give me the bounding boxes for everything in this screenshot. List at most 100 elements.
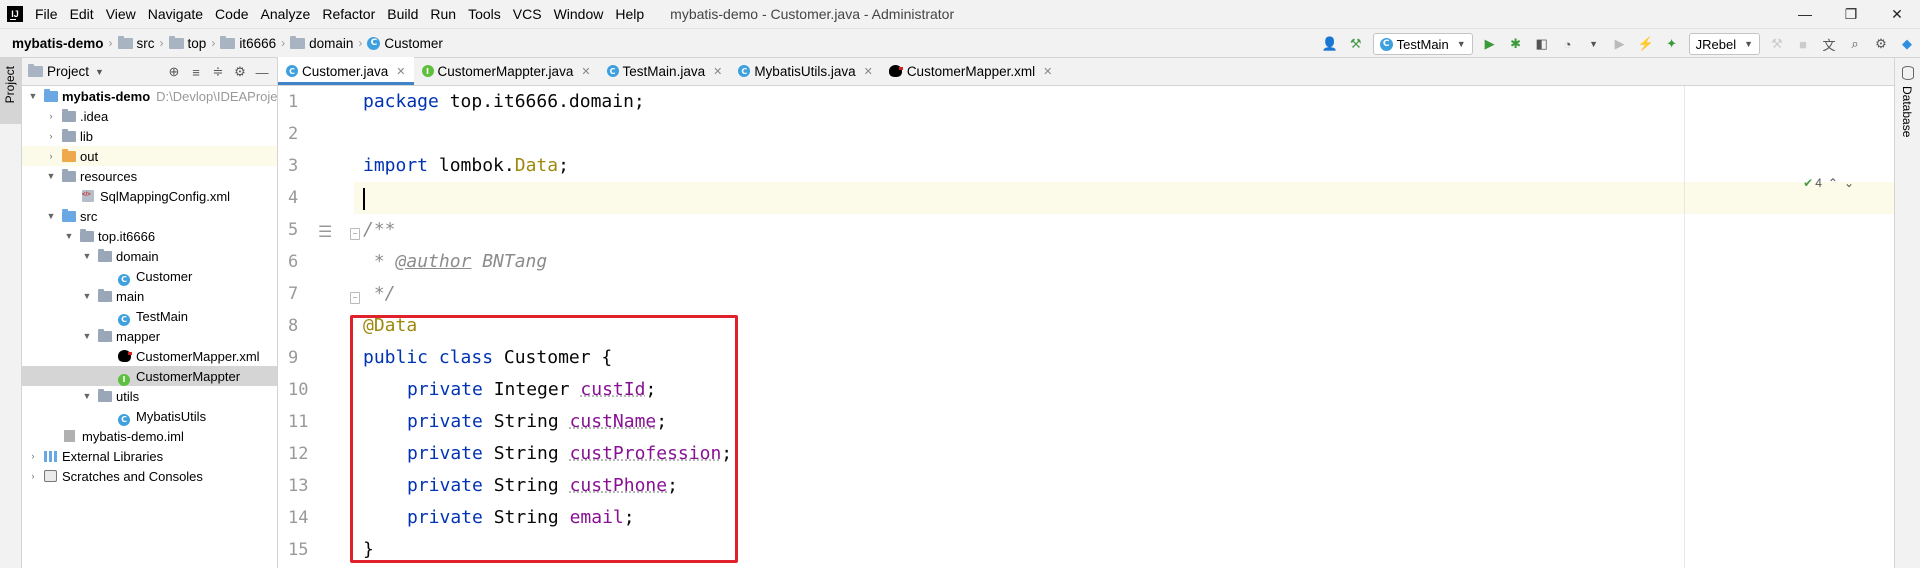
menu-tools[interactable]: Tools (462, 0, 507, 28)
menu-file[interactable]: File (29, 0, 64, 28)
user-icon[interactable]: 👤 (1319, 33, 1341, 55)
runnable-class-icon: C (118, 310, 130, 326)
fold-end-icon[interactable]: − (350, 292, 360, 304)
close-window-button[interactable]: ✕ (1874, 0, 1920, 28)
menu-navigate[interactable]: Navigate (142, 0, 209, 28)
tree-item-sqlmappingconfig[interactable]: SqlMappingConfig.xml (22, 186, 277, 206)
tree-item-resources[interactable]: ▼ resources (22, 166, 277, 186)
close-icon[interactable]: ✕ (1043, 65, 1052, 78)
tree-item-testmain[interactable]: C TestMain (22, 306, 277, 326)
more-run-icon[interactable]: ▼ (1583, 33, 1605, 55)
build-hammer-icon[interactable]: ⚒ (1345, 33, 1367, 55)
menu-code[interactable]: Code (209, 0, 254, 28)
close-icon[interactable]: ✕ (581, 65, 590, 78)
coverage-icon[interactable]: ◧ (1531, 33, 1553, 55)
jrebel-select[interactable]: JRebel ▼ (1688, 33, 1760, 55)
chevron-down-icon[interactable]: ▼ (46, 211, 56, 221)
chevron-right-icon[interactable]: › (46, 131, 56, 141)
hammer-disabled-icon[interactable]: ⚒ (1766, 33, 1788, 55)
gear-icon[interactable]: ⚙ (229, 64, 251, 80)
tab-customermapper-xml[interactable]: CustomerMapper.xml ✕ (881, 57, 1061, 85)
chevron-down-icon[interactable]: ▼ (82, 391, 92, 401)
chevron-right-icon[interactable]: › (28, 471, 38, 481)
tree-item-idea[interactable]: › .idea (22, 106, 277, 126)
tree-item-utils[interactable]: ▼ utils (22, 386, 277, 406)
tree-item-src[interactable]: ▼ src (22, 206, 277, 226)
chevron-down-icon[interactable]: ⌄ (1844, 176, 1854, 190)
tree-item-out[interactable]: › out (22, 146, 277, 166)
expand-all-icon[interactable]: ≡ (185, 65, 207, 80)
chevron-down-icon[interactable]: ▼ (82, 251, 92, 261)
breadcrumb-it6666[interactable]: it6666 (220, 35, 276, 51)
tree-item-lib[interactable]: › lib (22, 126, 277, 146)
tree-item-mapper[interactable]: ▼ mapper (22, 326, 277, 346)
close-icon[interactable]: ✕ (864, 65, 873, 78)
chevron-right-icon[interactable]: › (28, 451, 38, 461)
tree-item-top-it6666[interactable]: ▼ top.it6666 (22, 226, 277, 246)
debug-icon[interactable]: ✱ (1505, 33, 1527, 55)
chevron-right-icon[interactable]: › (46, 111, 56, 121)
tree-item-main[interactable]: ▼ main (22, 286, 277, 306)
breadcrumb-project[interactable]: mybatis-demo (12, 36, 104, 51)
tree-item-customer[interactable]: C Customer (22, 266, 277, 286)
tree-item-iml[interactable]: mybatis-demo.iml (22, 426, 277, 446)
menu-refactor[interactable]: Refactor (316, 0, 381, 28)
fold-collapse-icon[interactable]: − (350, 228, 360, 240)
menu-edit[interactable]: Edit (64, 0, 100, 28)
run-config-select[interactable]: C TestMain ▼ (1372, 33, 1473, 55)
code-editor[interactable]: 1 2 3 4 5 6 7 8 9 10 11 12 13 14 15 ☰ − … (278, 86, 1894, 568)
tab-mybatisutils-java[interactable]: C MybatisUtils.java ✕ (730, 57, 881, 85)
tree-item-mybatisutils[interactable]: C MybatisUtils (22, 406, 277, 426)
tree-item-external-libraries[interactable]: › External Libraries (22, 446, 277, 466)
tree-item-domain[interactable]: ▼ domain (22, 246, 277, 266)
chevron-down-icon[interactable]: ▼ (28, 91, 38, 101)
profile-icon[interactable]: ◔ (1557, 33, 1579, 55)
project-panel-title: Project (47, 64, 90, 79)
restore-button[interactable]: ❐ (1828, 0, 1874, 28)
chevron-up-icon[interactable]: ⌃ (1828, 176, 1838, 190)
chevron-right-icon[interactable]: › (46, 151, 56, 161)
plugin-icon[interactable]: ◆ (1896, 33, 1918, 55)
menu-run[interactable]: Run (424, 0, 462, 28)
chevron-down-icon[interactable]: ▼ (82, 291, 92, 301)
close-icon[interactable]: ✕ (396, 65, 405, 78)
search-icon[interactable]: ⌕ (1844, 33, 1866, 55)
jrebel-run-icon[interactable]: ▶ (1609, 33, 1631, 55)
menu-vcs[interactable]: VCS (507, 0, 548, 28)
collapse-all-icon[interactable]: ≑ (207, 64, 229, 80)
breadcrumb-top[interactable]: top (168, 35, 206, 51)
tree-item-customermappter[interactable]: I CustomerMappter (22, 366, 277, 386)
tree-item-mybatis-demo[interactable]: ▼ mybatis-demo D:\Devlop\IDEAProje (22, 86, 277, 106)
menu-help[interactable]: Help (609, 0, 650, 28)
stop-icon[interactable]: ■ (1792, 33, 1814, 55)
inspection-widget[interactable]: ✔ 4 ⌃ ⌄ (1797, 176, 1854, 190)
translate-icon[interactable]: 文 (1818, 33, 1840, 55)
render-doc-icon[interactable]: ☰ (318, 222, 332, 241)
chevron-down-icon[interactable]: ▼ (64, 231, 74, 241)
menu-analyze[interactable]: Analyze (255, 0, 317, 28)
run-icon[interactable]: ▶ (1479, 33, 1501, 55)
tab-customer-java[interactable]: C Customer.java ✕ (278, 57, 414, 85)
tree-item-customermapper-xml[interactable]: CustomerMapper.xml (22, 346, 277, 366)
jrebel-debug-icon[interactable]: ✦ (1661, 33, 1683, 55)
tree-item-scratches[interactable]: › Scratches and Consoles (22, 466, 277, 486)
hide-icon[interactable]: — (251, 65, 273, 80)
close-icon[interactable]: ✕ (713, 65, 722, 78)
menu-build[interactable]: Build (381, 0, 424, 28)
tab-testmain-java[interactable]: C TestMain.java ✕ (599, 57, 731, 85)
project-view-selector[interactable]: Project ▼ (28, 64, 104, 79)
menu-window[interactable]: Window (548, 0, 610, 28)
menu-view[interactable]: View (100, 0, 142, 28)
breadcrumb-src[interactable]: src (117, 35, 155, 51)
breadcrumb-domain[interactable]: domain (290, 35, 353, 51)
chevron-down-icon[interactable]: ▼ (46, 171, 56, 181)
breadcrumb-customer[interactable]: C Customer (367, 36, 443, 51)
jrebel-update-icon[interactable]: ⚡ (1635, 33, 1657, 55)
database-tool-window-button[interactable]: Database (1900, 86, 1914, 137)
gear-icon[interactable]: ⚙ (1870, 33, 1892, 55)
minimize-button[interactable]: — (1782, 0, 1828, 28)
chevron-down-icon[interactable]: ▼ (82, 331, 92, 341)
locate-icon[interactable]: ⊕ (163, 64, 185, 80)
project-tool-window-button[interactable]: Project (0, 58, 21, 124)
tab-customermappter-java[interactable]: I CustomerMappter.java ✕ (414, 57, 599, 85)
